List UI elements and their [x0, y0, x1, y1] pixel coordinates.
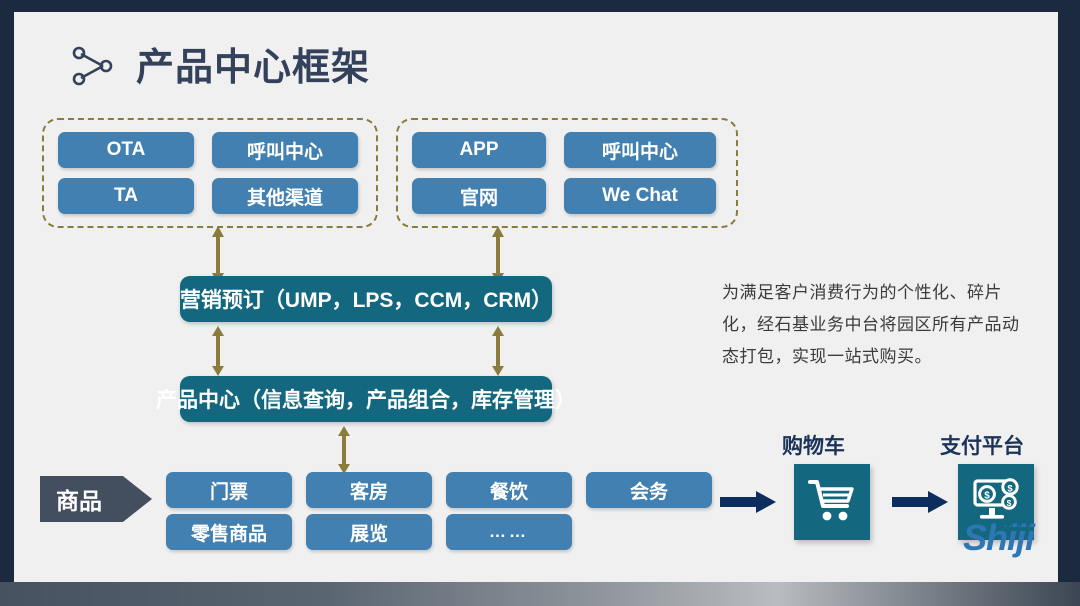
marketing-booking-bar[interactable]: 营销预订（UMP，LPS，CCM，CRM）	[180, 276, 552, 322]
goods-chip-conference[interactable]: 会务	[586, 472, 712, 508]
slide-canvas: 产品中心框架 OTA 呼叫中心 TA 其他渠道 APP 呼叫中心 官网 We C…	[14, 12, 1058, 582]
channel-chip-other[interactable]: 其他渠道	[212, 178, 358, 214]
slide-frame: 产品中心框架 OTA 呼叫中心 TA 其他渠道 APP 呼叫中心 官网 We C…	[0, 0, 1080, 606]
slide-title-row: 产品中心框架	[70, 42, 370, 94]
flow-arrow-1	[720, 491, 776, 518]
flow-label-payment: 支付平台	[940, 435, 1024, 458]
share-network-icon	[70, 42, 122, 94]
page-title: 产品中心框架	[136, 47, 371, 89]
bottom-gradient-strip	[0, 582, 1080, 606]
shiji-logo-dots: ······	[1004, 521, 1032, 533]
svg-text:$: $	[1007, 498, 1012, 508]
channel-chip-ta[interactable]: TA	[58, 178, 194, 214]
connector-arrow-bars-right	[490, 326, 506, 381]
goods-chip-retail[interactable]: 零售商品	[166, 514, 292, 550]
shopping-cart-icon	[808, 477, 856, 528]
goods-tag: 商品	[40, 476, 152, 522]
channel-chip-call-center-left[interactable]: 呼叫中心	[212, 132, 358, 168]
goods-chip-catering[interactable]: 餐饮	[446, 472, 572, 508]
flow-label-cart: 购物车	[782, 435, 845, 458]
shiji-logo: Shiji ······	[963, 520, 1035, 556]
svg-text:$: $	[984, 490, 990, 501]
product-center-bar[interactable]: 产品中心（信息查询，产品组合，库存管理）	[156, 376, 576, 422]
goods-chip-ticket[interactable]: 门票	[166, 472, 292, 508]
channel-chip-call-center-right[interactable]: 呼叫中心	[564, 132, 716, 168]
flow-tile-cart[interactable]	[794, 464, 870, 540]
flow-arrow-2	[892, 491, 948, 518]
goods-chip-guestroom[interactable]: 客房	[306, 472, 432, 508]
goods-chip-more[interactable]: ……	[446, 514, 572, 550]
channel-chip-ota[interactable]: OTA	[58, 132, 194, 168]
svg-text:$: $	[1007, 483, 1013, 494]
channel-chip-app[interactable]: APP	[412, 132, 546, 168]
channel-chip-website[interactable]: 官网	[412, 178, 546, 214]
connector-arrow-bars-left	[210, 326, 226, 381]
description-text: 为满足客户消费行为的个性化、碎片化，经石基业务中台将园区所有产品动态打包，实现一…	[722, 283, 1020, 366]
channel-chip-wechat[interactable]: We Chat	[564, 178, 716, 214]
goods-chip-exhibition[interactable]: 展览	[306, 514, 432, 550]
